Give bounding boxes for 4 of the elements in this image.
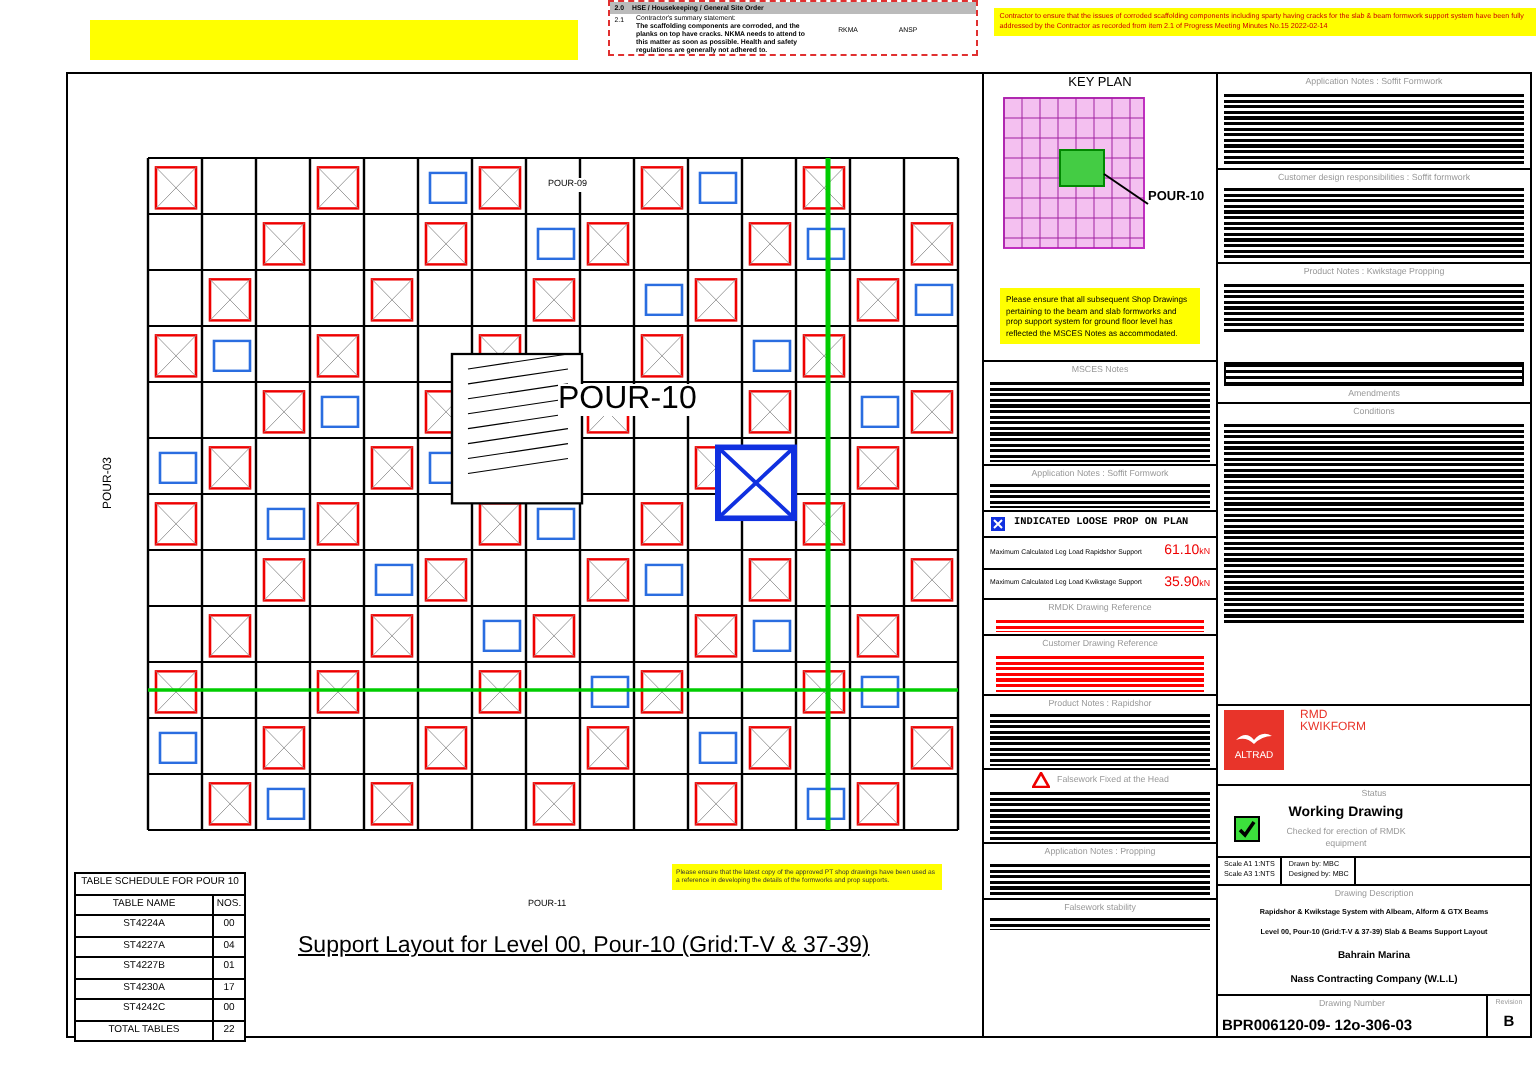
- drawing-title: Support Layout for Level 00, Pour-10 (Grid:T-V & 37-39): [298, 932, 870, 962]
- approval-checkbox[interactable]: [1234, 815, 1260, 842]
- loose-prop-icon: [990, 516, 1006, 533]
- pour-label: POUR-10: [558, 384, 697, 416]
